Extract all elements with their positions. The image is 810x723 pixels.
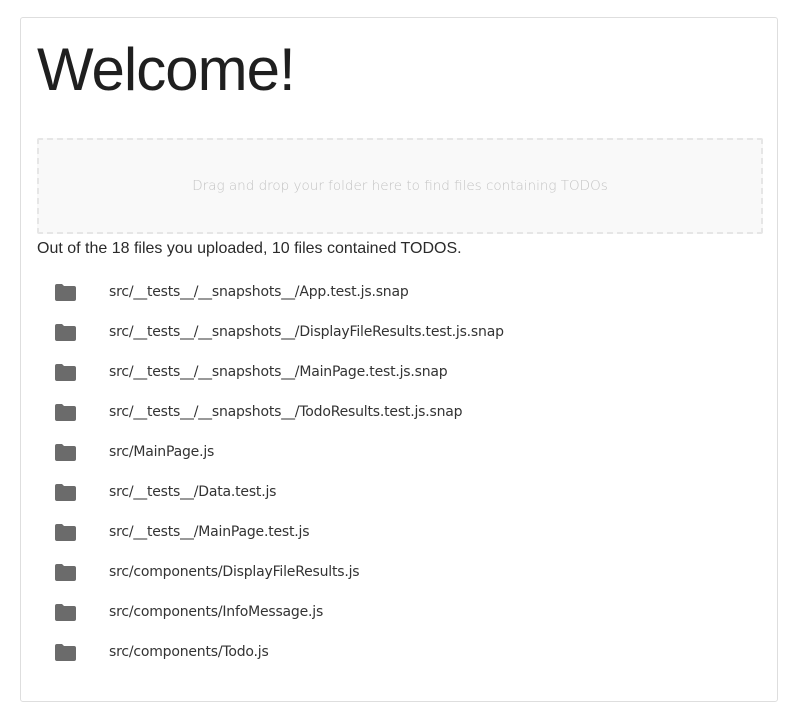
folder-icon [55, 364, 76, 381]
file-path: src/components/Todo.js [109, 644, 269, 660]
folder-icon [55, 484, 76, 501]
file-list-item[interactable]: src/components/DisplayFileResults.js [37, 560, 763, 600]
folder-icon [55, 604, 76, 621]
file-list: src/__tests__/__snapshots__/App.test.js.… [37, 280, 763, 680]
file-path: src/components/InfoMessage.js [109, 604, 324, 620]
folder-icon [55, 324, 76, 341]
file-path: src/__tests__/__snapshots__/DisplayFileR… [109, 324, 504, 340]
file-path: src/__tests__/__snapshots__/MainPage.tes… [109, 364, 448, 380]
file-list-item[interactable]: src/__tests__/__snapshots__/App.test.js.… [37, 280, 763, 320]
file-list-item[interactable]: src/components/InfoMessage.js [37, 600, 763, 640]
page-title: Welcome! [37, 36, 296, 103]
file-list-item[interactable]: src/__tests__/__snapshots__/MainPage.tes… [37, 360, 763, 400]
file-list-item[interactable]: src/__tests__/__snapshots__/TodoResults.… [37, 400, 763, 440]
file-path: src/MainPage.js [109, 444, 215, 460]
file-path: src/components/DisplayFileResults.js [109, 564, 360, 580]
folder-icon [55, 564, 76, 581]
file-list-item[interactable]: src/__tests__/__snapshots__/DisplayFileR… [37, 320, 763, 360]
folder-icon [55, 444, 76, 461]
file-list-item[interactable]: src/__tests__/Data.test.js [37, 480, 763, 520]
folder-icon [55, 404, 76, 421]
folder-dropzone[interactable]: Drag and drop your folder here to find f… [37, 138, 763, 234]
file-path: src/__tests__/__snapshots__/TodoResults.… [109, 404, 463, 420]
folder-icon [55, 644, 76, 661]
file-list-item[interactable]: src/components/Todo.js [37, 640, 763, 680]
file-path: src/__tests__/Data.test.js [109, 484, 277, 500]
file-path: src/__tests__/__snapshots__/App.test.js.… [109, 284, 409, 300]
file-path: src/__tests__/MainPage.test.js [109, 524, 310, 540]
results-summary: Out of the 18 files you uploaded, 10 fil… [37, 240, 462, 257]
folder-icon [55, 284, 76, 301]
main-card: Welcome! Drag and drop your folder here … [20, 17, 778, 702]
folder-icon [55, 524, 76, 541]
dropzone-instruction: Drag and drop your folder here to find f… [192, 178, 608, 194]
file-list-item[interactable]: src/__tests__/MainPage.test.js [37, 520, 763, 560]
file-list-item[interactable]: src/MainPage.js [37, 440, 763, 480]
